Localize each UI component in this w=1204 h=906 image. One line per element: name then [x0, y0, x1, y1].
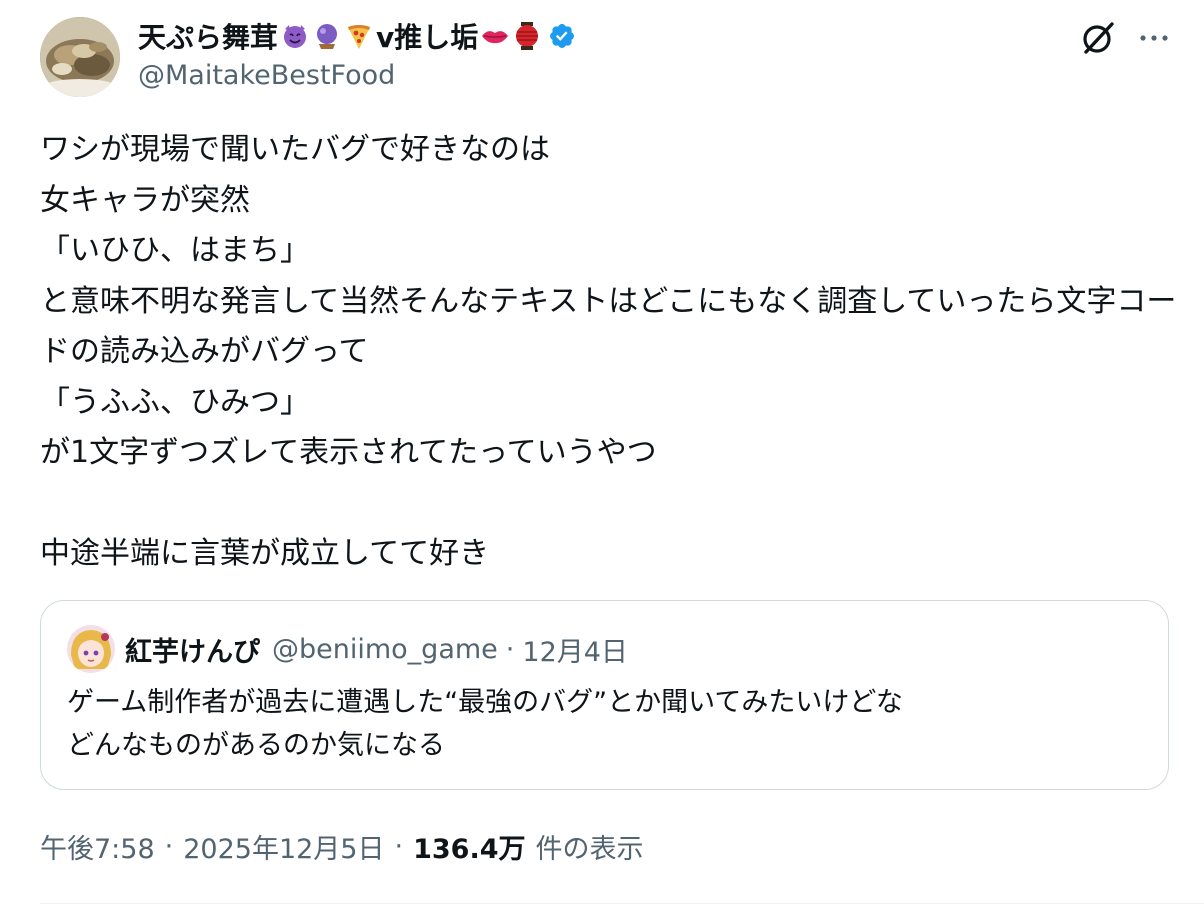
- quote-author-handle[interactable]: @beniimo_game: [272, 634, 498, 665]
- display-name-row[interactable]: 天ぷら舞茸 v推し垢: [138, 14, 576, 58]
- author-avatar[interactable]: [40, 17, 120, 97]
- meta-separator: ·: [164, 830, 174, 862]
- grok-icon[interactable]: [1080, 20, 1116, 56]
- quote-author-name[interactable]: 紅芋けんぴ: [125, 630, 260, 669]
- verified-badge-icon[interactable]: [548, 22, 576, 50]
- quote-author-avatar: [67, 625, 115, 673]
- author-display-name[interactable]: 天ぷら舞茸: [138, 16, 278, 56]
- views-count[interactable]: 136.4万: [413, 827, 525, 866]
- author-name-suffix[interactable]: v推し垢: [376, 16, 478, 56]
- author-handle[interactable]: @MaitakeBestFood: [138, 60, 576, 91]
- smiling-imp-emoji-icon: [280, 21, 310, 51]
- tweet-text: ワシが現場で聞いたバグで好きなのは 女キャラが突然 「いひひ、はまち」 と意味不…: [40, 132, 1177, 571]
- quote-date[interactable]: 12月4日: [522, 630, 628, 669]
- quote-header: 紅芋けんぴ @beniimo_game · 12月4日: [125, 627, 628, 671]
- tweet-time[interactable]: 午後7:58: [40, 827, 155, 866]
- more-options-icon[interactable]: [1138, 24, 1170, 52]
- divider: [40, 903, 1204, 904]
- lantern-emoji-icon: [512, 21, 542, 51]
- quoted-tweet[interactable]: 紅芋けんぴ @beniimo_game · 12月4日 ゲーム制作者が過去に遭遇…: [40, 600, 1169, 790]
- quote-text: ゲーム制作者が過去に遭遇した“最強のバグ”とか聞いてみたいけどな どんなものがあ…: [67, 687, 903, 761]
- pizza-emoji-icon: [344, 21, 374, 51]
- quote-separator: ·: [505, 633, 515, 665]
- views-label: 件の表示: [535, 833, 644, 865]
- author-header: 天ぷら舞茸 v推し垢 @MaitakeBestFood: [138, 14, 576, 91]
- tweet: 天ぷら舞茸 v推し垢 @MaitakeBestFood ワシが現場で聞いたバグで…: [0, 0, 1204, 906]
- meta-separator: ·: [394, 830, 404, 862]
- crystal-ball-emoji-icon: [312, 21, 342, 51]
- lips-emoji-icon: [480, 21, 510, 51]
- tweet-date[interactable]: 2025年12月5日: [183, 827, 384, 866]
- tweet-meta: 午後7:58 · 2025年12月5日 · 136.4万 件の表示: [40, 824, 643, 868]
